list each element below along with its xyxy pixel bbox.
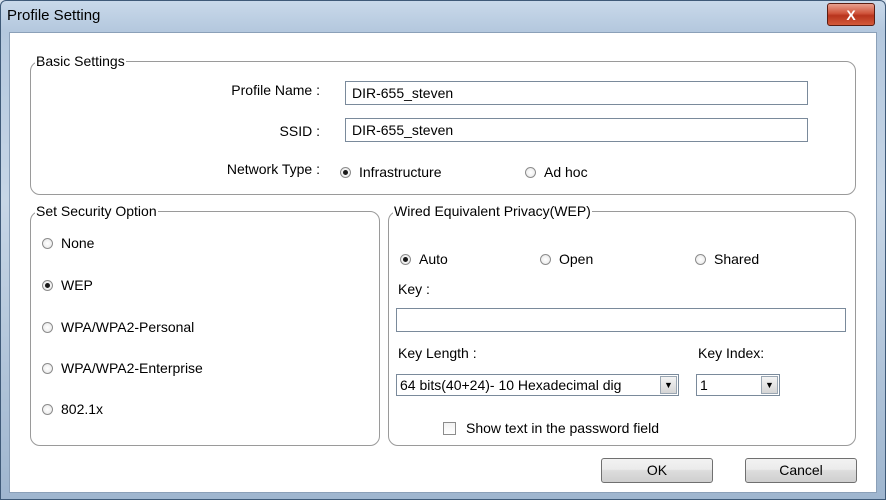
key-index-value: 1 — [700, 377, 708, 393]
window-title: Profile Setting — [7, 7, 101, 24]
profile-setting-window: Profile Setting X Basic Settings Profile… — [0, 0, 886, 500]
wep-shared-label: Shared — [714, 251, 760, 267]
network-type-infrastructure-radio[interactable]: Infrastructure — [340, 164, 441, 180]
profile-name-label: Profile Name : — [231, 82, 320, 98]
key-length-select[interactable]: 64 bits(40+24)- 10 Hexadecimal dig ▼ — [396, 374, 679, 396]
security-wep-radio[interactable]: WEP — [42, 277, 93, 293]
radio-unchecked-icon — [525, 166, 536, 178]
key-index-label: Key Index: — [698, 345, 765, 361]
security-wpa-personal-radio[interactable]: WPA/WPA2-Personal — [42, 319, 194, 335]
network-type-label: Network Type : — [226, 161, 320, 177]
network-type-adhoc-label: Ad hoc — [544, 164, 588, 180]
radio-checked-icon — [42, 279, 53, 291]
key-length-value: 64 bits(40+24)- 10 Hexadecimal dig — [400, 377, 622, 393]
security-none-radio[interactable]: None — [42, 235, 94, 251]
radio-checked-icon — [400, 253, 411, 265]
wep-open-radio[interactable]: Open — [540, 251, 593, 267]
network-type-infrastructure-label: Infrastructure — [359, 164, 442, 180]
show-text-label: Show text in the password field — [466, 420, 659, 436]
basic-settings-legend: Basic Settings — [36, 53, 125, 69]
radio-unchecked-icon — [42, 321, 53, 333]
radio-unchecked-icon — [42, 362, 53, 374]
show-text-checkbox[interactable] — [443, 422, 456, 435]
security-wpa-personal-label: WPA/WPA2-Personal — [61, 319, 195, 335]
security-8021x-label: 802.1x — [61, 401, 104, 417]
cancel-button[interactable]: Cancel — [745, 458, 857, 483]
ssid-label: SSID : — [279, 123, 320, 139]
chevron-down-icon[interactable]: ▼ — [761, 376, 778, 394]
wep-open-label: Open — [559, 251, 594, 267]
title-bar: Profile Setting X — [1, 1, 885, 31]
chevron-down-icon[interactable]: ▼ — [660, 376, 677, 394]
close-icon: X — [846, 6, 856, 23]
key-index-select[interactable]: 1 ▼ — [696, 374, 780, 396]
wep-auto-radio[interactable]: Auto — [400, 251, 448, 267]
radio-unchecked-icon — [695, 253, 706, 265]
security-option-legend: Set Security Option — [36, 203, 157, 219]
security-none-label: None — [61, 235, 95, 251]
network-type-adhoc-radio[interactable]: Ad hoc — [525, 164, 588, 180]
profile-name-field[interactable]: DIR-655_steven — [345, 81, 808, 105]
security-wep-label: WEP — [61, 277, 93, 293]
wep-key-label: Key : — [398, 281, 430, 297]
wep-auto-label: Auto — [419, 251, 448, 267]
ssid-field[interactable]: DIR-655_steven — [345, 118, 808, 142]
wep-legend: Wired Equivalent Privacy(WEP) — [394, 203, 591, 219]
security-wpa-enterprise-radio[interactable]: WPA/WPA2-Enterprise — [42, 360, 203, 376]
close-button[interactable]: X — [827, 3, 875, 26]
security-wpa-enterprise-label: WPA/WPA2-Enterprise — [61, 360, 203, 376]
key-length-label: Key Length : — [398, 345, 477, 361]
dialog-body: Basic Settings Profile Name : DIR-655_st… — [9, 32, 877, 493]
radio-checked-icon — [340, 166, 351, 178]
radio-unchecked-icon — [42, 237, 53, 249]
security-8021x-radio[interactable]: 802.1x — [42, 401, 103, 417]
radio-unchecked-icon — [540, 253, 551, 265]
radio-unchecked-icon — [42, 403, 53, 415]
wep-shared-radio[interactable]: Shared — [695, 251, 759, 267]
wep-key-field[interactable] — [396, 308, 846, 332]
ok-button[interactable]: OK — [601, 458, 713, 483]
